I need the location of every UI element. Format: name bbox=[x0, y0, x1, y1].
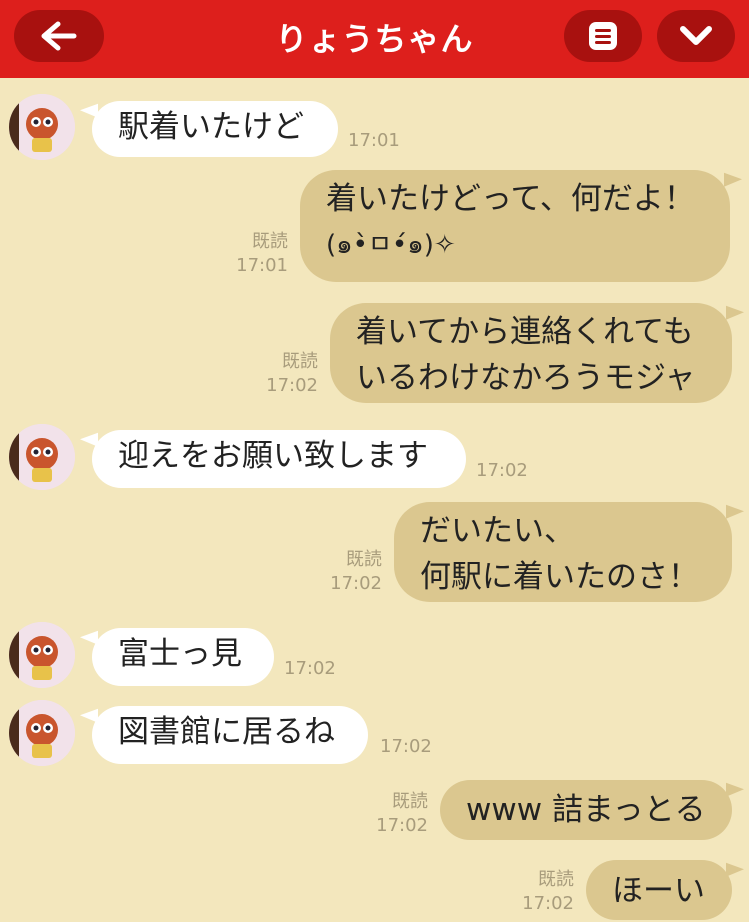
message-text-line: いるわけなかろうモジャ bbox=[356, 360, 696, 396]
message-time: 17:02 bbox=[266, 375, 318, 396]
message-time: 17:02 bbox=[522, 893, 574, 914]
message-time: 17:02 bbox=[380, 736, 432, 757]
avatar[interactable] bbox=[9, 622, 75, 688]
message-text: ほーい bbox=[612, 873, 705, 909]
cat-avatar-icon bbox=[9, 622, 75, 688]
message-bubble-incoming[interactable]: 図書館に居るね bbox=[92, 706, 368, 764]
read-receipt: 既読 bbox=[392, 791, 428, 812]
message-text: 迎えをお願い致します bbox=[118, 438, 428, 474]
read-receipt: 既読 bbox=[538, 869, 574, 890]
message-text-line: 着いてから連絡くれても bbox=[356, 314, 694, 350]
message-meta: 既読 17:02 bbox=[514, 868, 574, 916]
read-receipt: 既読 bbox=[282, 351, 318, 372]
message-text: 富士っ見 bbox=[118, 636, 242, 672]
message-text-line: 何駅に着いたのさ！ bbox=[420, 559, 699, 595]
avatar[interactable] bbox=[9, 94, 75, 160]
message-time: 17:02 bbox=[330, 573, 382, 594]
message-bubble-incoming[interactable]: 駅着いたけど bbox=[92, 101, 338, 157]
message-bubble-incoming[interactable]: 富士っ見 bbox=[92, 628, 274, 686]
avatar[interactable] bbox=[9, 700, 75, 766]
message-time: 17:01 bbox=[348, 130, 400, 151]
cat-avatar-icon bbox=[9, 424, 75, 490]
message-meta: 既読 17:02 bbox=[258, 350, 318, 398]
message-bubble-outgoing[interactable]: だいたい、 何駅に着いたのさ！ bbox=[394, 502, 732, 602]
cat-avatar-icon bbox=[9, 94, 75, 160]
dropdown-button[interactable] bbox=[657, 10, 735, 62]
message-bubble-outgoing[interactable]: www 詰まっとる bbox=[440, 780, 732, 840]
chat-header: りょうちゃん bbox=[0, 0, 749, 78]
read-receipt: 既読 bbox=[346, 549, 382, 570]
message-meta: 既読 17:02 bbox=[368, 790, 428, 838]
message-bubble-outgoing[interactable]: ほーい bbox=[586, 860, 732, 920]
message-text: 図書館に居るね bbox=[118, 714, 335, 750]
read-receipt: 既読 bbox=[252, 231, 288, 252]
message-meta: 既読 17:02 bbox=[322, 548, 382, 596]
message-bubble-outgoing[interactable]: 着いたけどって、何だよ！ (๑•̀ㅁ•́๑)✧ bbox=[300, 170, 730, 282]
message-text-line: (๑•̀ㅁ•́๑)✧ bbox=[326, 230, 456, 260]
message-time: 17:01 bbox=[236, 255, 288, 276]
message-time: 17:02 bbox=[476, 460, 528, 481]
message-bubble-outgoing[interactable]: 着いてから連絡くれても いるわけなかろうモジャ bbox=[330, 303, 732, 403]
menu-button[interactable] bbox=[564, 10, 642, 62]
message-time: 17:02 bbox=[376, 815, 428, 836]
cat-avatar-icon bbox=[9, 700, 75, 766]
message-time: 17:02 bbox=[284, 658, 336, 679]
message-text: 駅着いたけど bbox=[118, 109, 304, 145]
message-text-line: 着いたけどって、何だよ！ bbox=[326, 181, 695, 217]
message-bubble-incoming[interactable]: 迎えをお願い致します bbox=[92, 430, 466, 488]
message-meta: 既読 17:01 bbox=[228, 230, 288, 278]
avatar[interactable] bbox=[9, 424, 75, 490]
chevron-down-icon bbox=[680, 26, 712, 45]
message-text: www 詰まっとる bbox=[466, 792, 706, 828]
menu-icon bbox=[589, 22, 617, 50]
message-text-line: だいたい、 bbox=[420, 513, 575, 549]
